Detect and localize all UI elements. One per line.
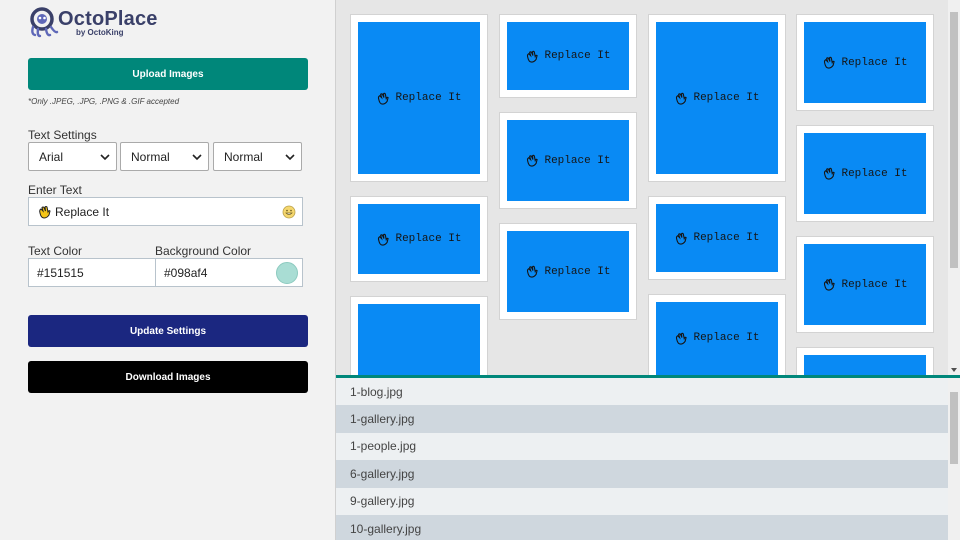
update-settings-button[interactable]: Update Settings xyxy=(28,315,308,347)
placeholder-image: Replace It xyxy=(507,231,629,312)
scroll-down-icon[interactable] xyxy=(951,367,957,373)
color-swatch[interactable] xyxy=(276,262,298,284)
waving-hand-icon xyxy=(378,233,390,246)
font-style-select[interactable]: Normal xyxy=(213,142,302,171)
file-list-item[interactable]: 1-people.jpg xyxy=(336,432,948,461)
file-list-item[interactable]: 10-gallery.jpg xyxy=(336,514,948,540)
background-color-value: #098af4 xyxy=(164,265,208,280)
placeholder-image: Replace It xyxy=(656,302,778,375)
download-images-button[interactable]: Download Images xyxy=(28,361,308,393)
waving-hand-icon xyxy=(824,278,836,291)
card-text: Replace It xyxy=(693,332,760,344)
waving-hand-icon xyxy=(824,56,836,69)
waving-hand-icon xyxy=(676,92,688,105)
upload-images-button[interactable]: Upload Images xyxy=(28,58,308,90)
waving-hand-icon xyxy=(527,50,539,63)
waving-hand-icon xyxy=(824,167,836,180)
placeholder-image: Replace It xyxy=(804,133,926,214)
card-text: Replace It xyxy=(395,92,462,104)
file-list-item[interactable]: 1-gallery.jpg xyxy=(336,405,948,433)
gallery-card[interactable]: Replace It xyxy=(796,14,934,111)
enter-text-label: Enter Text xyxy=(28,183,82,197)
font-family-select[interactable]: Arial xyxy=(28,142,117,171)
placeholder-image: Replace It xyxy=(804,22,926,103)
octopus-logo-icon xyxy=(30,7,59,38)
text-input[interactable]: Replace It xyxy=(28,197,303,226)
waving-hand-icon xyxy=(378,92,390,105)
text-color-label: Text Color xyxy=(28,244,83,258)
card-text: Replace It xyxy=(693,232,760,244)
placeholder-image: Replace It xyxy=(804,244,926,325)
placeholder-image: Replace It xyxy=(656,204,778,272)
placeholder-image: Replace It xyxy=(507,22,629,90)
waving-hand-icon xyxy=(676,232,688,245)
card-text: Replace It xyxy=(544,50,611,62)
logo-subtitle: by OctoKing xyxy=(76,28,124,37)
placeholder-image: Replace It xyxy=(656,22,778,174)
scrollbar-thumb[interactable] xyxy=(950,392,958,464)
text-color-value: #151515 xyxy=(37,265,84,280)
text-settings-label: Text Settings xyxy=(28,128,97,142)
placeholder-image xyxy=(358,304,480,375)
card-text: Replace It xyxy=(544,154,611,167)
font-weight-select[interactable]: Normal xyxy=(120,142,209,171)
file-list-scrollbar[interactable] xyxy=(948,378,960,540)
gallery-card[interactable] xyxy=(796,347,934,375)
card-text: Replace It xyxy=(693,92,760,104)
text-input-value: Replace It xyxy=(55,204,110,219)
text-color-input[interactable]: #151515 xyxy=(28,258,156,287)
gallery-card[interactable] xyxy=(350,296,488,375)
file-list-item[interactable]: 9-gallery.jpg xyxy=(336,487,948,515)
gallery-card[interactable]: Replace It xyxy=(796,236,934,333)
gallery-scrollbar[interactable] xyxy=(948,0,960,375)
gallery-card[interactable]: Replace It xyxy=(499,112,637,209)
gallery-card[interactable]: Replace It xyxy=(499,14,637,98)
scrollbar-thumb[interactable] xyxy=(950,12,958,268)
background-color-label: Background Color xyxy=(155,244,252,258)
smiley-icon[interactable] xyxy=(282,205,296,219)
file-list-item[interactable]: 6-gallery.jpg xyxy=(336,460,948,488)
file-list-item[interactable]: 1-blog.jpg xyxy=(336,378,948,406)
chevron-down-icon xyxy=(192,154,202,161)
placeholder-image: Replace It xyxy=(358,22,480,174)
placeholder-image xyxy=(804,355,926,375)
card-text: Replace It xyxy=(841,278,908,291)
waving-hand-icon xyxy=(527,265,539,278)
settings-panel: OctoPlace by OctoKing Upload Images *Onl… xyxy=(0,0,336,540)
font-weight-value: Normal xyxy=(131,149,170,164)
font-style-value: Normal xyxy=(224,149,263,164)
chevron-down-icon xyxy=(285,154,295,161)
logo: OctoPlace by OctoKing xyxy=(28,4,188,38)
chevron-down-icon xyxy=(100,154,110,161)
file-list: 1-blog.jpg 1-gallery.jpg 1-people.jpg 6-… xyxy=(336,378,948,540)
card-text: Replace It xyxy=(841,167,908,180)
upload-format-note: *Only .JPEG, .JPG, .PNG & .GIF accepted xyxy=(28,97,180,106)
card-text: Replace It xyxy=(544,265,611,278)
waving-hand-icon xyxy=(39,205,51,219)
font-family-value: Arial xyxy=(39,149,64,164)
image-gallery: Replace It Replace It Replace It Replace… xyxy=(336,0,948,375)
placeholder-image: Replace It xyxy=(358,204,480,274)
background-color-input[interactable]: #098af4 xyxy=(155,258,303,287)
card-text: Replace It xyxy=(395,233,462,245)
placeholder-image: Replace It xyxy=(507,120,629,201)
gallery-card[interactable]: Replace It xyxy=(796,125,934,222)
gallery-card[interactable]: Replace It xyxy=(350,196,488,282)
gallery-card[interactable]: Replace It xyxy=(499,223,637,320)
gallery-card[interactable]: Replace It xyxy=(648,196,786,280)
gallery-card[interactable]: Replace It xyxy=(648,14,786,182)
card-text: Replace It xyxy=(841,56,908,69)
waving-hand-icon xyxy=(527,154,539,167)
gallery-card[interactable]: Replace It xyxy=(350,14,488,182)
gallery-card[interactable]: Replace It xyxy=(648,294,786,375)
waving-hand-icon xyxy=(676,332,688,345)
